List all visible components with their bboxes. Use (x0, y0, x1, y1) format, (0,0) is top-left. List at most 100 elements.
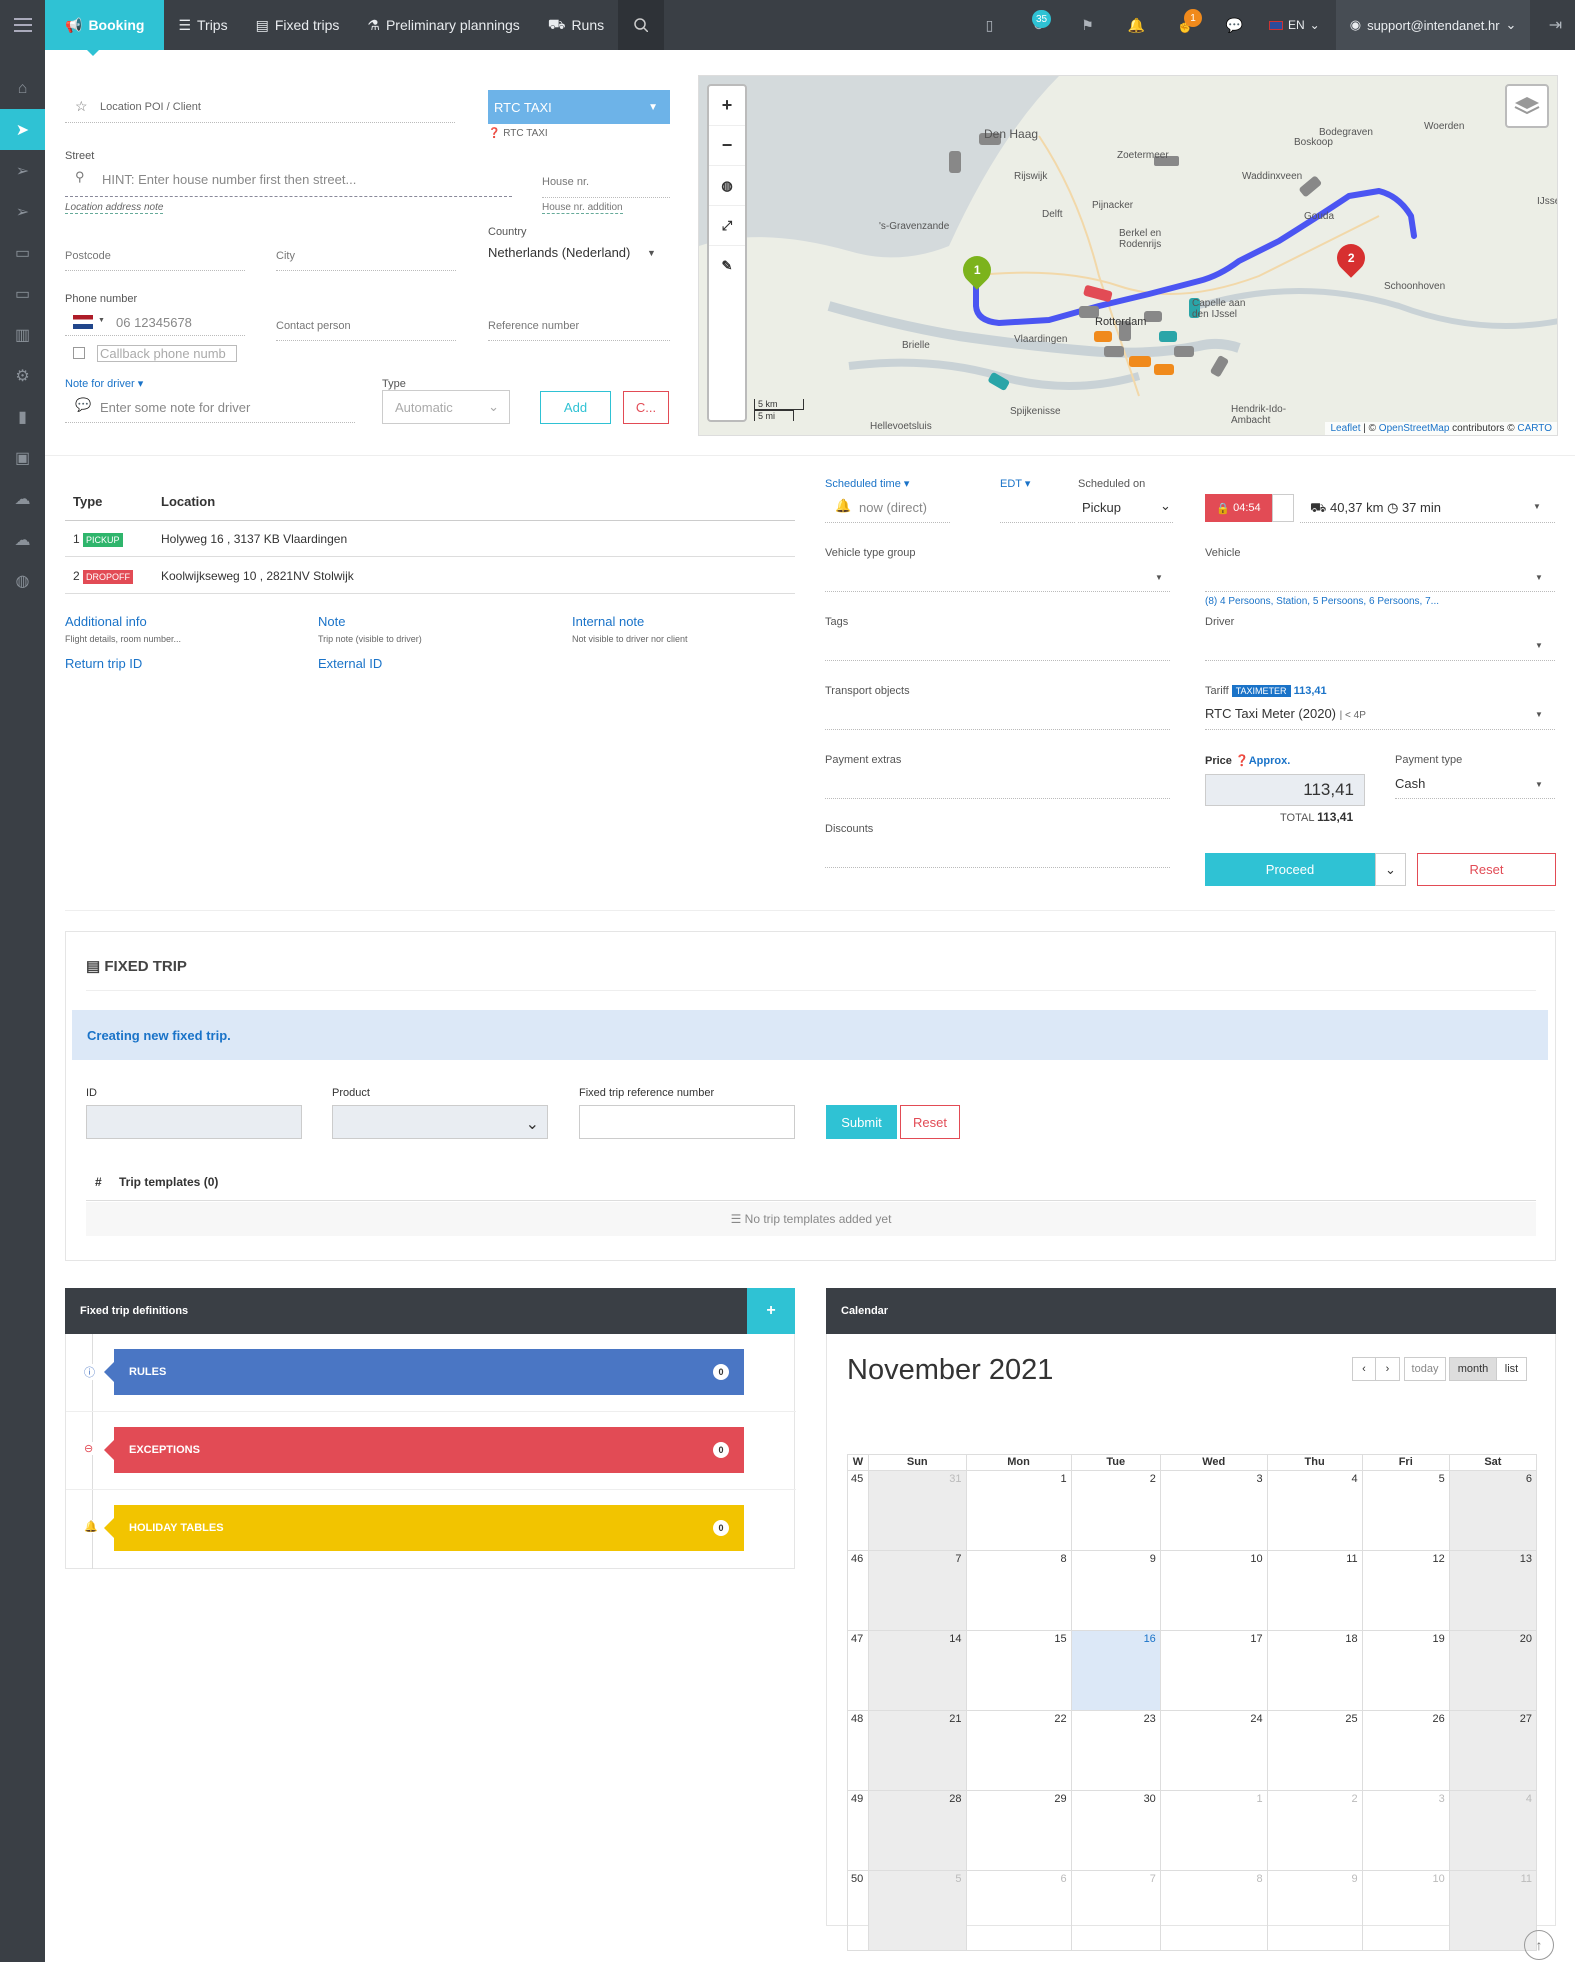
scheduled-time-input[interactable]: now (direct) (859, 500, 927, 515)
month-view-button[interactable]: month (1449, 1357, 1497, 1381)
vehicle-options-link[interactable]: (8) 4 Persoons, Station, 5 Persoons, 6 P… (1205, 596, 1439, 607)
edit-icon[interactable]: ✎ (709, 246, 745, 286)
bell-icon[interactable]: 🔔 (1112, 0, 1161, 50)
home-icon[interactable]: ⌂ (0, 68, 45, 109)
day-cell[interactable]: 1 (1159, 1790, 1268, 1871)
today-cell[interactable]: 16 (1070, 1630, 1161, 1711)
tariff-select[interactable]: RTC Taxi Meter (2020) | < 4P (1205, 706, 1366, 721)
tab-trips[interactable]: ☰ Trips (164, 0, 241, 50)
tab-runs[interactable]: ⛟ Runs (534, 0, 618, 50)
day-cell[interactable]: 30 (1070, 1790, 1161, 1871)
return-trip-link[interactable]: Return trip ID (65, 656, 142, 671)
timezone-dropdown[interactable]: EDT ▾ (1000, 477, 1030, 490)
reference-number-input[interactable]: Reference number (488, 320, 579, 332)
signpost-icon[interactable]: ⚑ (1063, 0, 1112, 50)
submit-button[interactable]: Submit (826, 1105, 897, 1139)
day-cell[interactable]: 31 (868, 1470, 967, 1551)
star-icon[interactable]: ☆ (75, 98, 88, 115)
send-outline-icon[interactable]: ➢ (0, 191, 45, 232)
city-input[interactable]: City (276, 250, 295, 262)
day-cell[interactable]: 21 (868, 1710, 967, 1791)
type-select[interactable]: Automatic ⌄ (382, 390, 510, 424)
fixed-reset-button[interactable]: Reset (900, 1105, 960, 1139)
refresh-icon[interactable]: ↻35 (1014, 0, 1063, 50)
monitor-icon[interactable]: ▭ (0, 232, 45, 273)
chat-icon[interactable]: 💬 (1210, 0, 1259, 50)
user-menu[interactable]: ◉ support@intendanet.hr ⌄ (1335, 0, 1531, 50)
send-icon[interactable]: ➤ (0, 109, 45, 150)
globe-icon[interactable]: ◍ (709, 166, 745, 206)
caret-down-icon[interactable]: ▼ (1535, 573, 1543, 582)
logout-icon[interactable]: ⇥ (1530, 0, 1575, 50)
cloud-upload-icon[interactable]: ☁ (0, 478, 45, 519)
address-note-link[interactable]: Location address note (65, 202, 164, 214)
caret-down-icon[interactable]: ▼ (1535, 641, 1543, 650)
day-cell[interactable]: 5 (868, 1870, 967, 1951)
tab-booking[interactable]: 📢 Booking (45, 0, 165, 56)
day-cell[interactable]: 11 (1448, 1870, 1538, 1951)
tab-fixed-trips[interactable]: ▤ Fixed trips (242, 0, 354, 50)
payment-type-select[interactable]: Cash (1395, 776, 1425, 791)
layers-icon[interactable] (1505, 84, 1549, 128)
phone-input[interactable]: 06 12345678 (116, 315, 192, 330)
approx-label[interactable]: ❓Approx. (1235, 755, 1290, 767)
day-cell[interactable]: 3 (1361, 1790, 1450, 1871)
day-cell[interactable]: 7 (1070, 1870, 1161, 1951)
day-cell[interactable]: 22 (965, 1710, 1072, 1791)
day-cell[interactable]: 1 (965, 1470, 1072, 1551)
timer-toggle[interactable] (1272, 494, 1294, 522)
day-cell[interactable]: 17 (1159, 1630, 1268, 1711)
day-cell[interactable]: 25 (1266, 1710, 1363, 1791)
zoom-out-icon[interactable]: − (709, 126, 745, 166)
day-cell[interactable]: 27 (1448, 1710, 1538, 1791)
today-button[interactable]: today (1404, 1357, 1446, 1381)
day-cell[interactable]: 3 (1159, 1470, 1268, 1551)
house-nr-input[interactable]: House nr. (542, 176, 589, 188)
proceed-button[interactable]: Proceed (1205, 853, 1375, 886)
fullscreen-icon[interactable]: ⤢ (709, 206, 745, 246)
reset-button[interactable]: Reset (1417, 853, 1556, 886)
table-row[interactable]: 2 DROPOFF Koolwijkseweg 10 , 2821NV Stol… (65, 557, 795, 594)
callback-phone-input[interactable]: Callback phone numb (97, 345, 237, 362)
day-cell[interactable]: 10 (1361, 1870, 1450, 1951)
day-cell[interactable]: 6 (1448, 1470, 1538, 1551)
hamburger-menu-icon[interactable] (0, 0, 45, 50)
zoom-in-icon[interactable]: + (709, 86, 745, 126)
briefcase-icon[interactable]: ▣ (0, 437, 45, 478)
street-input[interactable]: HINT: Enter house number first then stre… (102, 172, 356, 187)
day-cell[interactable]: 13 (1448, 1550, 1538, 1631)
day-cell[interactable]: 4 (1448, 1790, 1538, 1871)
day-cell[interactable]: 9 (1070, 1550, 1161, 1631)
house-nr-addition-link[interactable]: House nr. addition (542, 202, 623, 214)
day-cell[interactable]: 8 (1159, 1870, 1268, 1951)
contact-person-input[interactable]: Contact person (276, 320, 351, 332)
day-cell[interactable]: 26 (1361, 1710, 1450, 1791)
rules-item[interactable]: RULES 0 (104, 1349, 744, 1395)
product-select[interactable]: ⌄ (332, 1105, 548, 1139)
proceed-dropdown-button[interactable]: ⌄ (1375, 853, 1406, 886)
id-input[interactable] (86, 1105, 302, 1139)
day-cell[interactable]: 29 (965, 1790, 1072, 1871)
osm-link[interactable]: OpenStreetMap (1379, 423, 1450, 434)
day-cell[interactable]: 15 (965, 1630, 1072, 1711)
day-cell[interactable]: 19 (1361, 1630, 1450, 1711)
search-icon[interactable] (618, 0, 665, 50)
day-cell[interactable]: 12 (1361, 1550, 1450, 1631)
caret-down-icon[interactable]: ▼ (1155, 573, 1163, 582)
scroll-top-icon[interactable]: ↑ (1524, 1930, 1554, 1960)
day-cell[interactable]: 28 (868, 1790, 967, 1871)
next-month-button[interactable]: › (1376, 1357, 1400, 1381)
scheduled-on-select[interactable]: Pickup (1082, 500, 1121, 515)
day-cell[interactable]: 2 (1266, 1790, 1363, 1871)
day-cell[interactable]: 18 (1266, 1630, 1363, 1711)
day-cell[interactable]: 11 (1266, 1550, 1363, 1631)
day-cell[interactable]: 14 (868, 1630, 967, 1711)
price-input[interactable]: 113,41 (1205, 774, 1365, 806)
route-map[interactable]: 1 2 Den Haag Rijswijk Zoetermeer Bodegra… (698, 75, 1558, 436)
day-cell[interactable]: 4 (1266, 1470, 1363, 1551)
postcode-input[interactable]: Postcode (65, 250, 111, 262)
leaflet-link[interactable]: Leaflet (1330, 423, 1360, 434)
globe-icon[interactable]: ◍ (0, 560, 45, 601)
cloud-download-icon[interactable]: ☁ (0, 519, 45, 560)
gear-icon[interactable]: ⚙ (0, 355, 45, 396)
